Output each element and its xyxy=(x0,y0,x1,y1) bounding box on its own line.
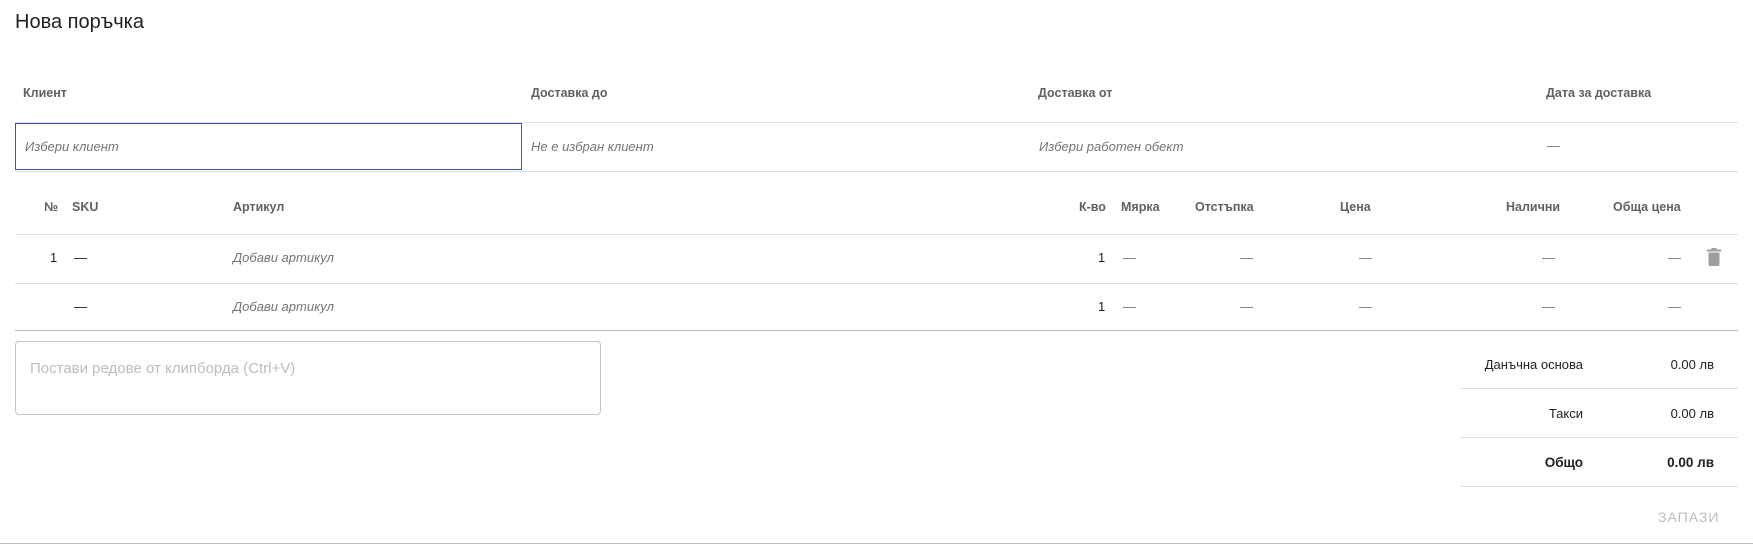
grand-total-label: Общо xyxy=(1544,455,1583,470)
taxes-label: Такси xyxy=(1548,406,1583,421)
row-total-price: — xyxy=(1668,250,1681,265)
taxes-row: Такси 0.00 лв xyxy=(1460,389,1738,438)
row-sku: — xyxy=(74,299,87,314)
items-table-columns: № SKU Артикул К-во Мярка Отстъпка Цена Н… xyxy=(15,171,1738,235)
delivery-to-value: Не е избран клиент xyxy=(531,139,654,154)
column-delivery-date: Дата за доставка xyxy=(1546,86,1652,100)
order-header-row: Не е избран клиент Избери работен обект … xyxy=(15,123,1738,172)
row-unit: — xyxy=(1123,250,1136,265)
row-discount[interactable]: — xyxy=(1240,299,1253,314)
column-article: Артикул xyxy=(233,200,285,214)
column-unit: Мярка xyxy=(1121,200,1160,214)
delivery-from-select[interactable]: Избери работен обект xyxy=(1039,139,1184,154)
row-discount[interactable]: — xyxy=(1240,250,1253,265)
row-number: 1 xyxy=(50,250,58,265)
column-total-price: Обща цена xyxy=(1613,200,1681,214)
column-sku: SKU xyxy=(72,200,99,214)
row-sku: — xyxy=(74,250,87,265)
totals-summary: Данъчна основа 0.00 лв Такси 0.00 лв Общ… xyxy=(1460,340,1738,487)
taxes-value: 0.00 лв xyxy=(1670,406,1714,421)
column-delivery-from: Доставка от xyxy=(1038,86,1113,100)
row-price[interactable]: — xyxy=(1359,299,1372,314)
row-unit: — xyxy=(1123,299,1136,314)
tax-base-row: Данъчна основа 0.00 лв xyxy=(1460,340,1738,389)
delivery-date-field[interactable]: — xyxy=(1547,138,1560,153)
order-items-table: № SKU Артикул К-во Мярка Отстъпка Цена Н… xyxy=(15,171,1738,331)
row-total-price: — xyxy=(1668,299,1681,314)
order-header-table: Клиент Доставка до Доставка от Дата за д… xyxy=(15,78,1738,172)
page-title: Нова поръчка xyxy=(15,11,144,33)
column-client: Клиент xyxy=(23,86,67,100)
row-available: — xyxy=(1542,250,1555,265)
paste-clipboard-field[interactable] xyxy=(15,341,601,415)
table-row: 1 — Добави артикул 1 — — — — — xyxy=(15,235,1738,284)
new-order-page: Нова поръчка Клиент Доставка до Доставка… xyxy=(0,0,1753,544)
add-article-link[interactable]: Добави артикул xyxy=(233,299,334,314)
row-quantity[interactable]: 1 xyxy=(1098,299,1105,314)
column-quantity: К-во xyxy=(1079,200,1106,214)
tax-base-value: 0.00 лв xyxy=(1670,357,1714,372)
column-number: № xyxy=(44,200,58,214)
row-quantity[interactable]: 1 xyxy=(1098,250,1105,265)
trash-icon[interactable] xyxy=(1707,248,1721,266)
order-header-columns: Клиент Доставка до Доставка от Дата за д… xyxy=(15,78,1738,123)
column-price: Цена xyxy=(1340,200,1371,214)
row-available: — xyxy=(1542,299,1555,314)
tax-base-label: Данъчна основа xyxy=(1484,357,1583,372)
grand-total-row: Общо 0.00 лв xyxy=(1460,438,1738,487)
grand-total-value: 0.00 лв xyxy=(1667,455,1714,470)
client-input[interactable] xyxy=(15,123,522,170)
column-available: Налични xyxy=(1506,200,1561,214)
save-button[interactable]: ЗАПАЗИ xyxy=(1650,505,1727,529)
column-discount: Отстъпка xyxy=(1195,200,1254,214)
add-article-link[interactable]: Добави артикул xyxy=(233,250,334,265)
column-delivery-to: Доставка до xyxy=(531,86,608,100)
row-price[interactable]: — xyxy=(1359,250,1372,265)
table-row: — Добави артикул 1 — — — — — xyxy=(15,284,1738,331)
